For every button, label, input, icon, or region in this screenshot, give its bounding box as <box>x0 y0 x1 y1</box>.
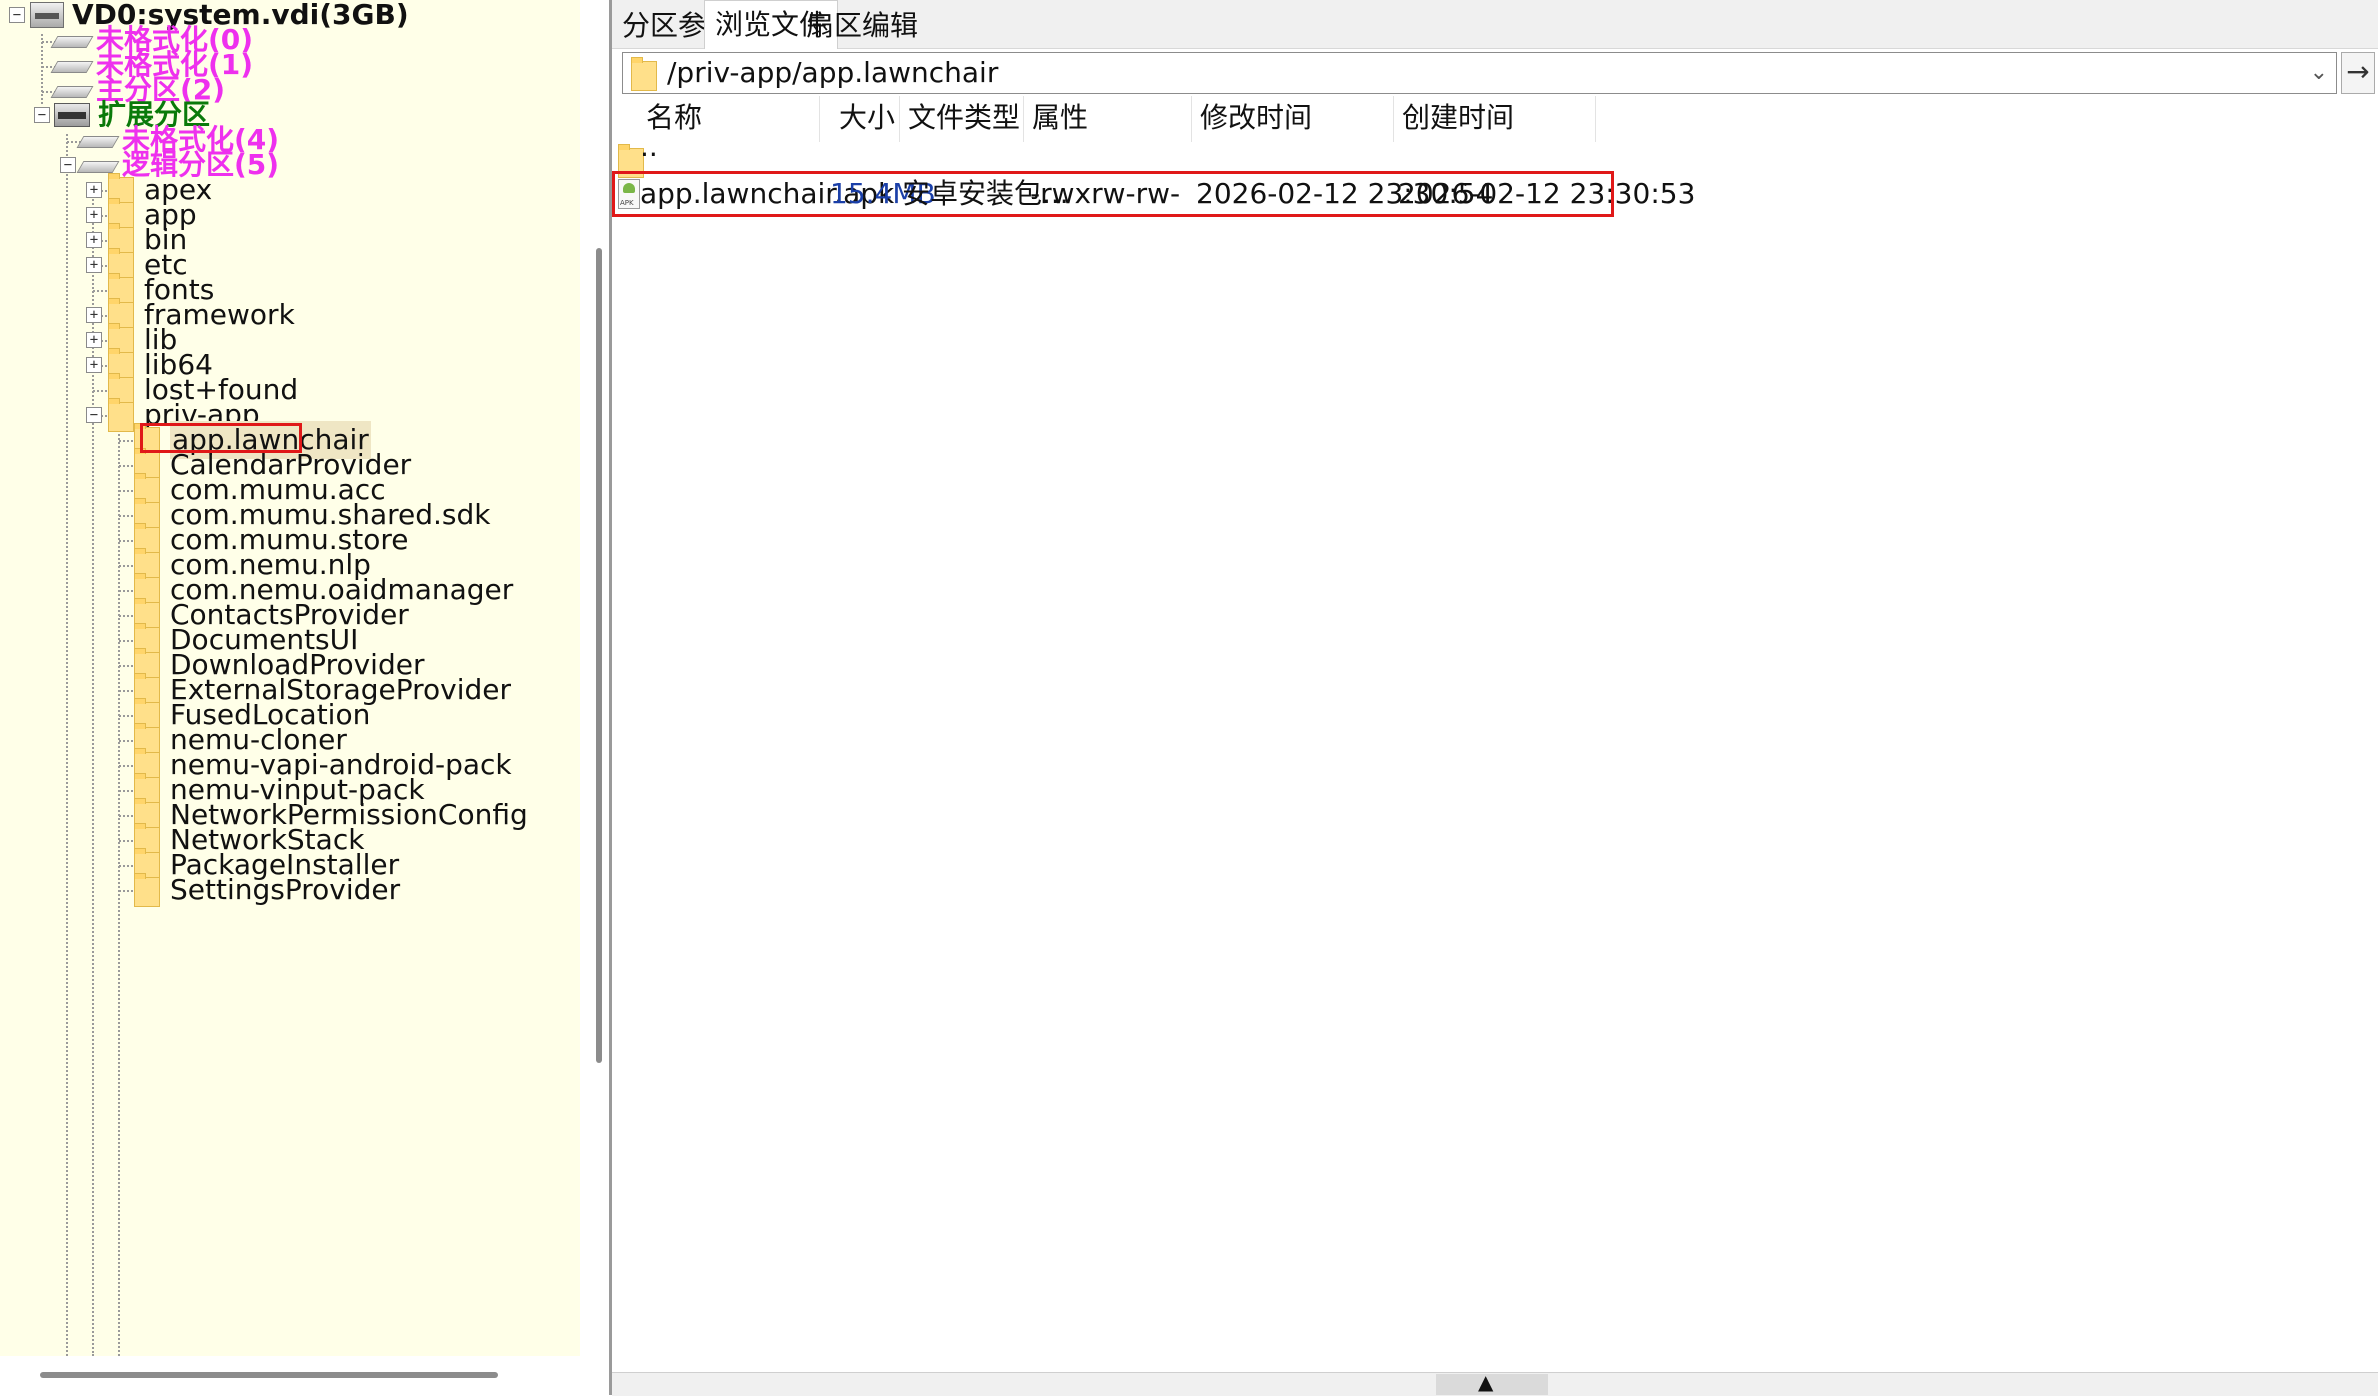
column-header-name[interactable]: 名称 <box>638 96 820 142</box>
directory-tree-panel: − VD0:system.vdi(3GB) 未格式化(0) 未格式化(1) 主分… <box>0 0 612 1395</box>
tree-line <box>119 790 133 792</box>
expand-lib-toggle[interactable]: + <box>86 332 102 348</box>
tree-line <box>119 540 133 542</box>
tab-bar: 分区参数 浏览文件 扇区编辑 <box>612 0 2378 49</box>
tree-line <box>93 290 107 292</box>
expand-app-toggle[interactable]: + <box>86 207 102 223</box>
tree-line <box>119 865 133 867</box>
tree-line <box>66 134 68 1356</box>
caret-up-icon[interactable]: ▲ <box>1478 1372 1493 1392</box>
tree-horizontal-scroll-thumb[interactable] <box>40 1372 498 1378</box>
folder-icon <box>631 57 657 91</box>
collapse-root-toggle[interactable]: − <box>9 7 25 23</box>
tree-line <box>119 890 133 892</box>
tree-line <box>118 434 120 1356</box>
tree-folder-label: SettingsProvider <box>170 873 401 906</box>
tree-line <box>119 565 133 567</box>
tree-line <box>93 390 107 392</box>
expand-lib64-toggle[interactable]: + <box>86 357 102 373</box>
tree-line <box>119 590 133 592</box>
tree-line <box>119 815 133 817</box>
parent-directory-label: .. <box>640 130 658 163</box>
tree-line <box>119 690 133 692</box>
tree-line <box>119 765 133 767</box>
folder-icon <box>134 873 160 907</box>
collapse-extended-toggle[interactable]: − <box>34 107 50 123</box>
expand-bin-toggle[interactable]: + <box>86 232 102 248</box>
tree-vertical-scroll-thumb[interactable] <box>596 248 602 1063</box>
expand-framework-toggle[interactable]: + <box>86 307 102 323</box>
selected-folder-highlight <box>140 423 302 453</box>
column-header-modified[interactable]: 修改时间 <box>1192 96 1394 142</box>
tree-line <box>119 515 133 517</box>
path-bar[interactable]: /priv-app/app.lawnchair ⌄ <box>622 52 2337 94</box>
go-button[interactable]: → <box>2341 52 2375 94</box>
arrow-right-icon: → <box>2346 55 2370 88</box>
tree-line <box>119 465 133 467</box>
folder-icon <box>108 398 134 432</box>
tree-line <box>119 715 133 717</box>
selected-file-highlight <box>612 171 1614 217</box>
tree-line <box>119 665 133 667</box>
tree-line <box>119 840 133 842</box>
file-list: .. app.lawnchair.apk 15.4MB 安卓安装包... -rw… <box>612 130 2378 1372</box>
column-header-created[interactable]: 创建时间 <box>1394 96 1596 142</box>
tree-line <box>119 640 133 642</box>
tree-line <box>119 440 133 442</box>
column-header-type[interactable]: 文件类型 <box>900 96 1024 142</box>
tab-sector-edit[interactable]: 扇区编辑 <box>796 4 928 48</box>
chevron-down-icon[interactable]: ⌄ <box>2310 53 2328 93</box>
column-header-attributes[interactable]: 属性 <box>1024 96 1192 142</box>
tree-line <box>119 490 133 492</box>
expand-etc-toggle[interactable]: + <box>86 257 102 273</box>
path-input[interactable]: /priv-app/app.lawnchair <box>667 53 998 93</box>
expand-apex-toggle[interactable]: + <box>86 182 102 198</box>
collapse-priv-app-toggle[interactable]: − <box>86 407 102 423</box>
file-browser-panel: 分区参数 浏览文件 扇区编辑 /priv-app/app.lawnchair ⌄… <box>612 0 2378 1396</box>
column-header-row: 名称 大小 文件类型 属性 修改时间 创建时间 <box>612 96 2378 142</box>
collapse-logical-toggle[interactable]: − <box>60 157 76 173</box>
tree-folder-settingsprovider[interactable]: SettingsProvider <box>134 871 400 909</box>
column-header-size[interactable]: 大小 <box>820 96 900 142</box>
tree-line <box>41 34 43 104</box>
tree-line <box>119 615 133 617</box>
tree-line <box>119 740 133 742</box>
